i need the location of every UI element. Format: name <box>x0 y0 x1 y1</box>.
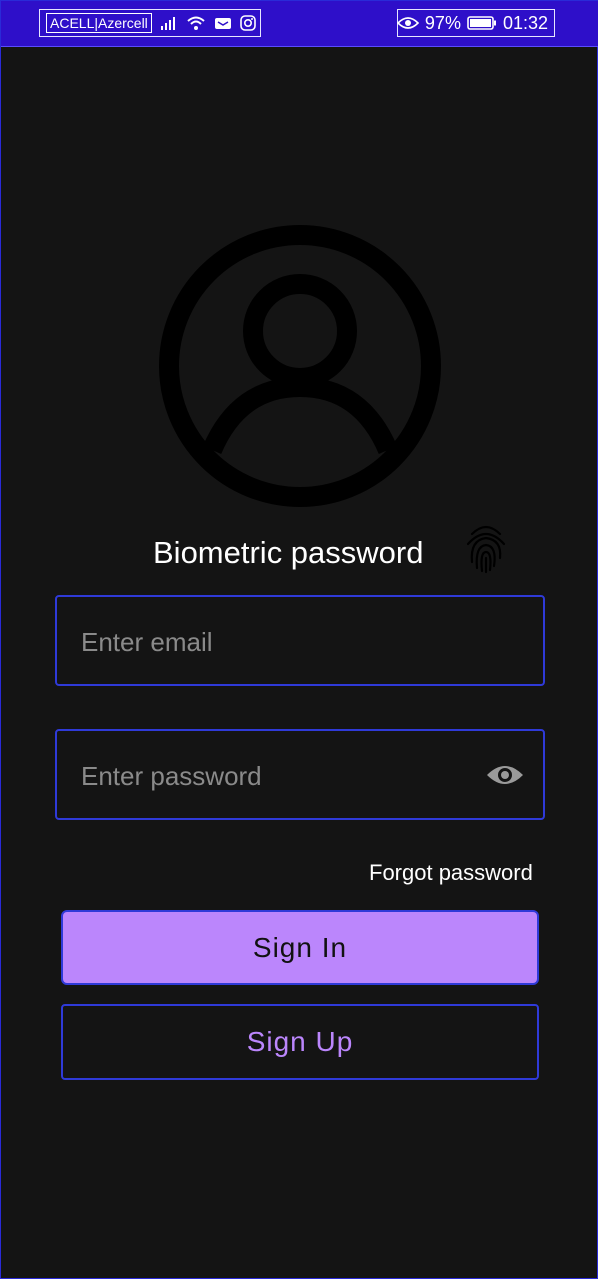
email-field[interactable]: Enter email <box>55 595 545 686</box>
sign-in-button[interactable]: Sign In <box>61 910 539 985</box>
carrier-label: ACELL|Azercell <box>46 13 152 33</box>
sign-up-button[interactable]: Sign Up <box>61 1004 539 1080</box>
sign-in-label: Sign In <box>252 931 348 963</box>
message-icon <box>214 16 232 30</box>
login-screen: ACELL|Azercell 97% 01:32 Biometric passw… <box>0 0 598 1279</box>
password-field[interactable]: Enter password <box>55 729 545 820</box>
forgot-password-link[interactable]: Forgot password <box>363 858 539 888</box>
battery-percent: 97% <box>424 12 461 33</box>
status-left-group: ACELL|Azercell <box>39 9 261 37</box>
sign-up-label: Sign Up <box>246 1026 354 1057</box>
signal-icon <box>160 16 178 30</box>
biometric-label: Biometric password <box>153 535 424 570</box>
battery-icon <box>467 16 497 30</box>
email-placeholder: Enter email <box>81 627 213 657</box>
status-right-group: 97% 01:32 <box>396 9 555 37</box>
instagram-icon <box>239 15 256 31</box>
clock: 01:32 <box>502 12 548 33</box>
eye-icon <box>396 16 419 30</box>
status-bar: ACELL|Azercell 97% 01:32 <box>1 1 598 47</box>
password-placeholder: Enter password <box>81 761 262 791</box>
fingerprint-icon[interactable] <box>457 517 515 579</box>
password-visibility-eye-icon[interactable] <box>483 757 527 793</box>
wifi-icon <box>186 15 206 31</box>
account-circle-icon <box>138 219 462 513</box>
